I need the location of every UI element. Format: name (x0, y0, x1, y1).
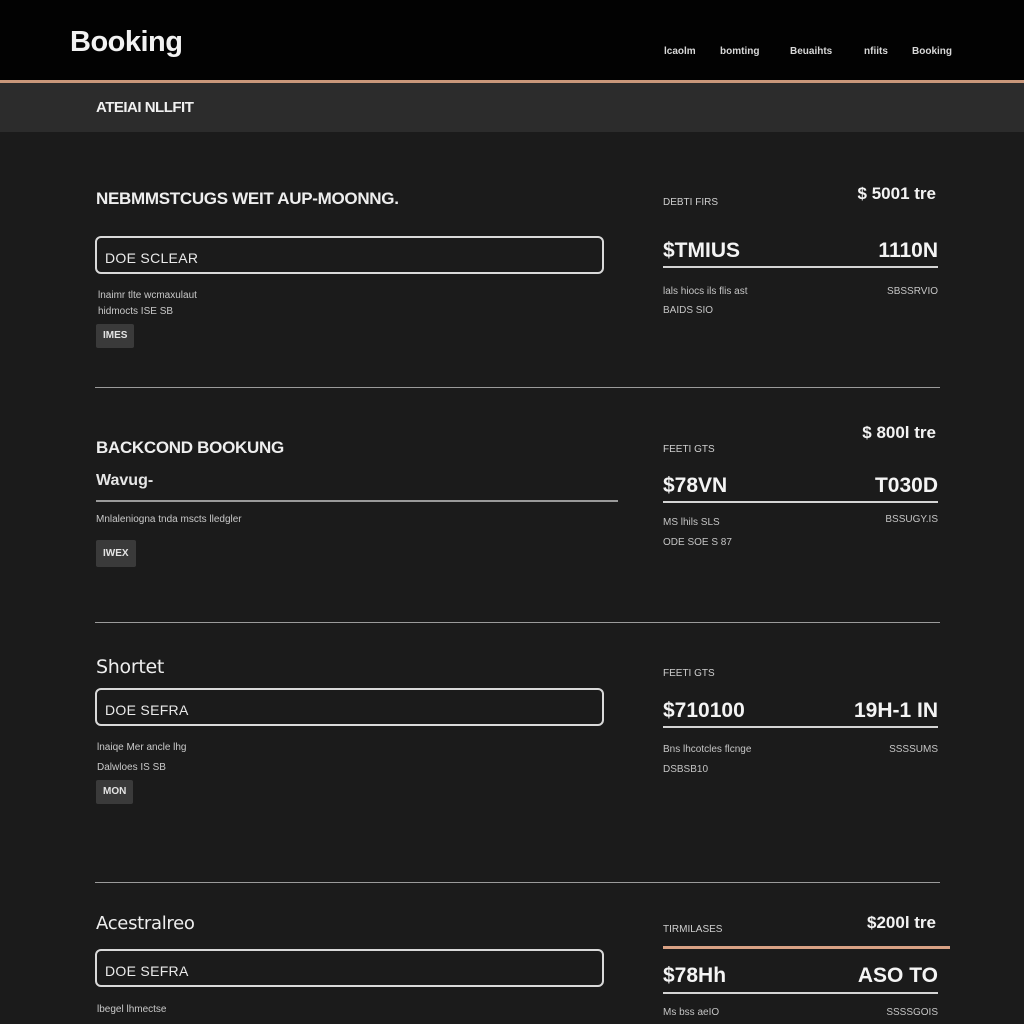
summary-accent-rule (663, 946, 950, 949)
page-title: ATEIAI NLLFIT (96, 99, 194, 116)
text-field[interactable]: Wavug- (96, 472, 618, 502)
price-per-unit: $ 800l tre (862, 423, 936, 442)
section-title: NEBMMSTCUGS WEIT AUP-MOONNG. (96, 189, 399, 208)
text-field[interactable]: DOE SEFRA (95, 688, 604, 726)
summary-detail: ODE SOE S 87 (663, 537, 732, 548)
summary-detail: Bns lhcotcles flcnge (663, 744, 752, 755)
sub-header-bar: ATEIAI NLLFIT (0, 83, 1024, 132)
note-line: lbegel lhmectse (97, 1004, 167, 1015)
nav-item-5[interactable]: Booking (912, 46, 952, 57)
nav-item-4[interactable]: nfiits (864, 46, 888, 57)
duration-value: 1110N (878, 239, 938, 262)
price-per-unit: $200l tre (867, 913, 936, 932)
tag-badge[interactable]: IWEX (96, 540, 136, 567)
section-title: Shortet (96, 656, 165, 678)
summary-label: FEETI GTS (663, 444, 715, 455)
summary-detail: MS lhils SLS (663, 517, 720, 528)
nav-item-3[interactable]: Beuaihts (790, 46, 832, 57)
price-per-unit: $ 5001 tre (857, 184, 936, 203)
summary-rule (663, 726, 938, 728)
duration-value: T030D (874, 474, 938, 497)
summary-detail: DSBSB10 (663, 764, 709, 775)
top-bar: Booking lcaolm bomting Beuaihts nfiits B… (0, 0, 1024, 80)
section-title: Acestralreo (96, 913, 195, 934)
section-divider (95, 622, 940, 623)
section-divider (95, 882, 940, 883)
summary-detail-right: SSSSGOIS (886, 1007, 938, 1018)
summary-detail: lals hiocs ils flis ast (663, 286, 748, 297)
brand-logo[interactable]: Booking (70, 26, 183, 59)
summary-rule (663, 501, 938, 503)
total-amount: $710100 (663, 699, 745, 722)
note-line: Dalwloes IS SB (97, 762, 166, 773)
summary-label: TIRMILASES (663, 924, 723, 935)
summary-detail-right: BSSUGY.IS (885, 514, 938, 525)
section-title: BACKCOND BOOKUNG (96, 438, 284, 457)
tag-badge[interactable]: MON (96, 780, 134, 804)
note-line: lnaiqe Mer ancle lhg (97, 742, 187, 753)
summary-detail: Ms bss aeIO (663, 1007, 720, 1018)
summary-detail-right: SBSSRVIO (887, 286, 938, 297)
section-divider (95, 387, 940, 388)
nav-item-1[interactable]: lcaolm (664, 46, 696, 57)
field-value: DOE SEFRA (105, 702, 189, 718)
note-line: Mnlaleniogna tnda mscts lledgler (96, 514, 242, 525)
summary-detail-right: SSSSUMS (889, 744, 938, 755)
duration-value: ASO TO (857, 964, 938, 987)
field-value: DOE SEFRA (105, 963, 189, 979)
note-line: lnaimr tlte wcmaxulaut (98, 290, 197, 301)
note-line: hidmocts ISE SB (98, 306, 174, 317)
text-field[interactable]: DOE SEFRA (95, 949, 604, 987)
summary-label: DEBTI FIRS (663, 197, 719, 208)
summary-rule (663, 992, 938, 994)
text-field[interactable]: DOE SCLEAR (95, 236, 604, 274)
total-amount: $78Hh (663, 964, 727, 987)
total-amount: $TMIUS (663, 239, 741, 262)
summary-rule (663, 266, 938, 268)
field-value: DOE SCLEAR (105, 250, 199, 266)
total-amount: $78VN (663, 474, 728, 497)
summary-detail: BAIDS SIO (663, 305, 714, 316)
nav-item-2[interactable]: bomting (720, 46, 759, 57)
field-value: Wavug- (96, 472, 154, 489)
summary-label: FEETI GTS (663, 668, 715, 679)
duration-value: 19H-1 IN (853, 699, 938, 722)
tag-badge[interactable]: IMES (96, 324, 135, 348)
